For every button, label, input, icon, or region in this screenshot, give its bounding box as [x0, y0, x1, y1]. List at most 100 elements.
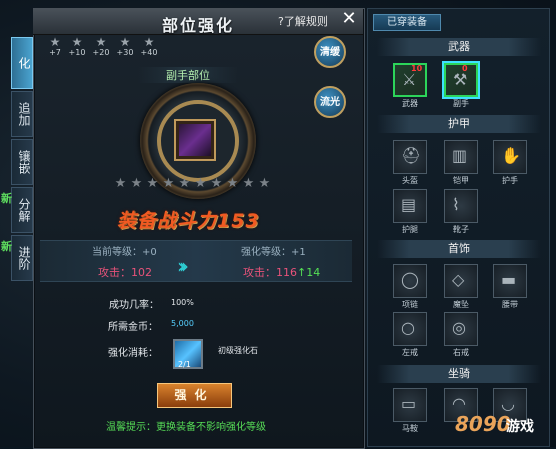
equipment-slot[interactable]: ⌇: [444, 189, 478, 223]
equipment-icon: ⌇: [452, 195, 460, 214]
milestone-5: ★ +40: [136, 36, 162, 57]
category-header: 武器: [377, 38, 541, 56]
grade-star-icon: ★: [226, 176, 239, 191]
equipment-icon: ✋: [501, 146, 521, 165]
equipment-slot[interactable]: ⚒ 0: [444, 63, 478, 97]
grade-star-icon: ★: [210, 176, 223, 191]
gold-label: 所需金币：: [108, 322, 158, 333]
grade-star-icon: ★: [114, 176, 127, 191]
material-name: 初级强化石: [218, 346, 258, 355]
tab-append[interactable]: 追加: [11, 91, 33, 137]
current-attack: 攻击：102: [98, 264, 152, 280]
slot-label: 左戒: [402, 348, 418, 357]
tab-strengthen-label: 化: [17, 57, 31, 69]
slot-label: 护手: [502, 176, 518, 185]
flow-light-button[interactable]: 流光: [314, 86, 346, 118]
slot-label: 马鞍: [402, 424, 418, 433]
equipment-icon: ◯: [401, 270, 419, 289]
equipment-slot[interactable]: ✋: [493, 140, 527, 174]
star-icon: ★: [95, 35, 107, 49]
attack-value: 116: [276, 266, 297, 279]
gold-value: 5,000: [171, 319, 194, 328]
milestone-label: +10: [68, 48, 86, 57]
equipment-slot[interactable]: ▥: [444, 140, 478, 174]
grade-star-icon: ★: [146, 176, 159, 191]
material-count: 2/1: [178, 360, 191, 369]
level-badge: 0: [462, 64, 468, 73]
milestone-4: ★ +30: [112, 36, 138, 57]
category-header: 首饰: [377, 240, 541, 258]
equipment-icon: ◎: [452, 318, 466, 337]
grade-star-icon: ★: [194, 176, 207, 191]
tab-advance-label: 进阶: [17, 246, 31, 270]
slot-label: 头盔: [402, 176, 418, 185]
new-badge-decompose: 新: [1, 192, 12, 205]
slot-label: 副手: [453, 99, 469, 108]
tab-inlay-label: 镶嵌: [17, 150, 31, 174]
slot-label: 腰带: [502, 300, 518, 309]
consume-label: 强化消耗：: [108, 348, 158, 359]
equipment-power: 装备战斗力153: [117, 210, 260, 232]
attack-gain: ↑14: [297, 266, 321, 279]
grade-star-icon: ★: [242, 176, 255, 191]
attack-value: 102: [131, 266, 152, 279]
next-level: 强化等级：+1: [241, 247, 306, 258]
equipment-icon: ○: [401, 318, 415, 337]
slot-label: 右戒: [453, 348, 469, 357]
next-attack: 攻击：116↑14: [243, 264, 320, 280]
tab-decompose[interactable]: 分解: [11, 187, 33, 233]
equipment-slot[interactable]: ⛑: [393, 140, 427, 174]
grade-star-icon: ★: [258, 176, 271, 191]
equipment-icon: ▤: [401, 195, 417, 214]
selected-equipment-slot[interactable]: [174, 119, 216, 161]
grade-star-icon: ★: [162, 176, 175, 191]
tip-text: 温馨提示：更换装备不影响强化等级: [106, 422, 266, 433]
offhand-gauntlet-icon: [179, 124, 211, 156]
tab-strengthen[interactable]: 化: [11, 37, 33, 89]
tab-decompose-label: 分解: [17, 198, 31, 222]
current-level: 当前等级：+0: [92, 247, 157, 258]
milestone-label: +40: [140, 48, 158, 57]
milestone-label: +20: [92, 48, 110, 57]
equipment-slot[interactable]: ◯: [393, 264, 427, 298]
slot-label: 护腿: [402, 225, 418, 234]
star-icon: ★: [143, 35, 155, 49]
equipment-icon: ◡: [501, 394, 515, 413]
watermark-suffix: 游戏: [506, 419, 534, 435]
close-button[interactable]: ✕: [339, 9, 359, 29]
tab-equipped[interactable]: 已穿装备: [373, 14, 441, 31]
part-label: 副手部位: [138, 67, 238, 83]
equipment-icon: ▥: [452, 146, 468, 165]
star-icon: ★: [71, 35, 83, 49]
slot-label: 武器: [402, 99, 418, 108]
help-link[interactable]: ?了解规则: [278, 13, 328, 29]
equipment-slot[interactable]: ▤: [393, 189, 427, 223]
equipment-icon: ◇: [452, 270, 465, 289]
equipment-icon: ◠: [452, 394, 466, 413]
success-value: 100%: [171, 298, 194, 307]
watermark-logo: 8090: [455, 412, 511, 436]
grade-star-icon: ★: [130, 176, 143, 191]
attack-label: 攻击：: [98, 266, 131, 279]
grade-star-icon: ★: [178, 176, 191, 191]
equipment-slot[interactable]: ○: [393, 312, 427, 346]
equipment-slot[interactable]: ◎: [444, 312, 478, 346]
equipment-slot[interactable]: ▭: [393, 388, 427, 422]
tab-advance[interactable]: 进阶: [11, 235, 33, 281]
success-label: 成功几率：: [109, 300, 159, 311]
slot-label: 魔坠: [453, 300, 469, 309]
equipment-icon: ⛑: [401, 146, 422, 165]
equipment-slot[interactable]: ▬: [493, 264, 527, 298]
equipment-slot[interactable]: ⚔ 10: [393, 63, 427, 97]
equipment-icon: ▭: [401, 394, 417, 413]
equipment-slot[interactable]: ◇: [444, 264, 478, 298]
attack-label: 攻击：: [243, 266, 276, 279]
star-icon: ★: [119, 35, 131, 49]
strengthen-button[interactable]: 强化: [157, 383, 232, 408]
milestone-3: ★ +20: [88, 36, 114, 57]
slot-label: 靴子: [453, 225, 469, 234]
clear-button[interactable]: 清缓: [314, 36, 346, 68]
category-header: 坐骑: [377, 365, 541, 383]
tab-inlay[interactable]: 镶嵌: [11, 139, 33, 185]
slot-label: 铠甲: [453, 176, 469, 185]
